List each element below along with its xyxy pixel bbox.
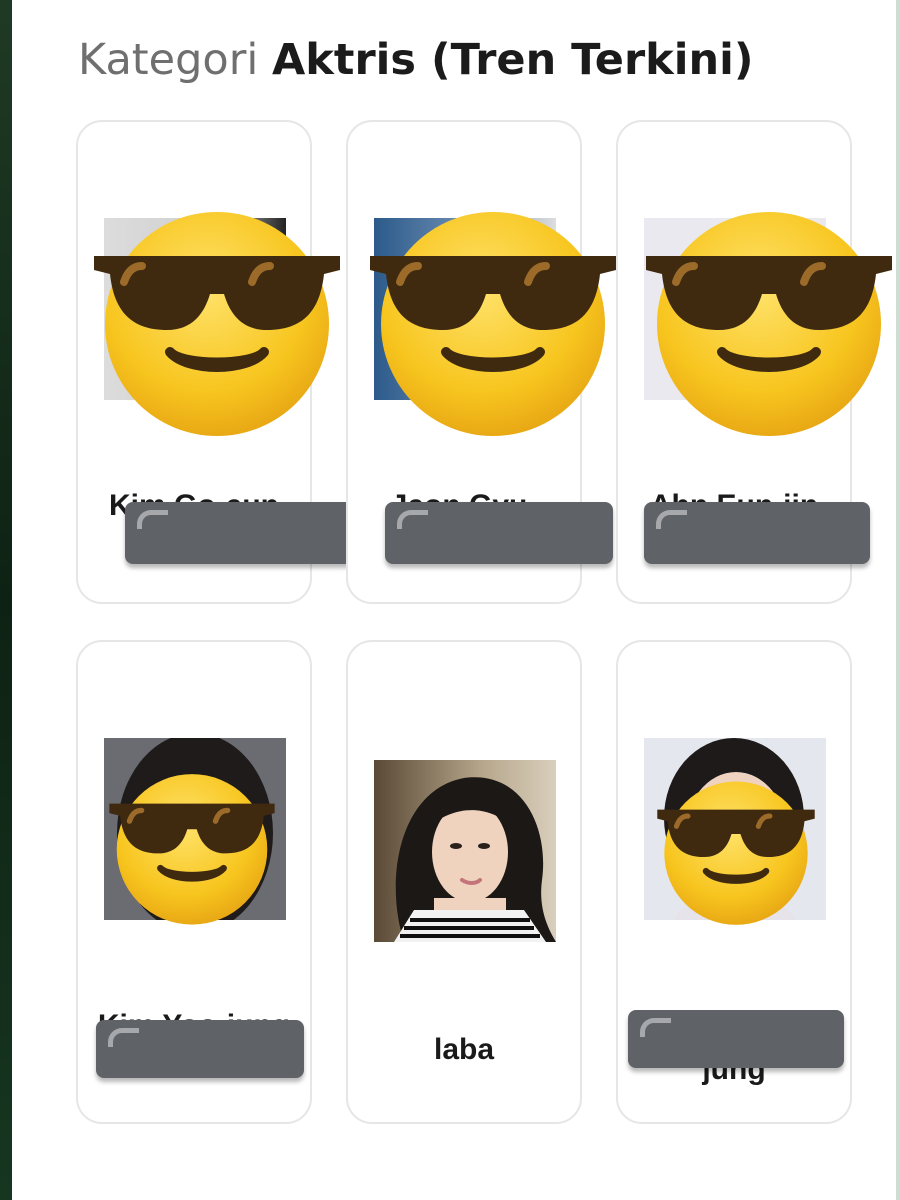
actress-name: laba [433,1033,495,1066]
actress-card[interactable]: laba [346,640,582,1124]
sunglasses-emoji-icon [644,194,894,444]
heading-title: Aktris (Tren Terkini) [272,35,754,85]
sunglasses-emoji-icon [108,762,276,930]
background-edge-right [896,0,900,1200]
section-heading: Kategori Aktris (Tren Terkini) [78,30,754,90]
sunglasses-emoji-icon [92,194,342,444]
actress-portrait [374,760,556,942]
redaction-bar [644,502,870,564]
redaction-bar [385,502,613,564]
redaction-bar [628,1010,844,1068]
actress-photo [374,760,556,942]
sunglasses-emoji-icon [656,770,816,930]
redaction-bar [125,502,353,564]
sunglasses-emoji-icon [368,194,618,444]
redaction-bar [96,1020,304,1078]
heading-prefix: Kategori [78,35,259,85]
background-edge-left [0,0,12,1200]
